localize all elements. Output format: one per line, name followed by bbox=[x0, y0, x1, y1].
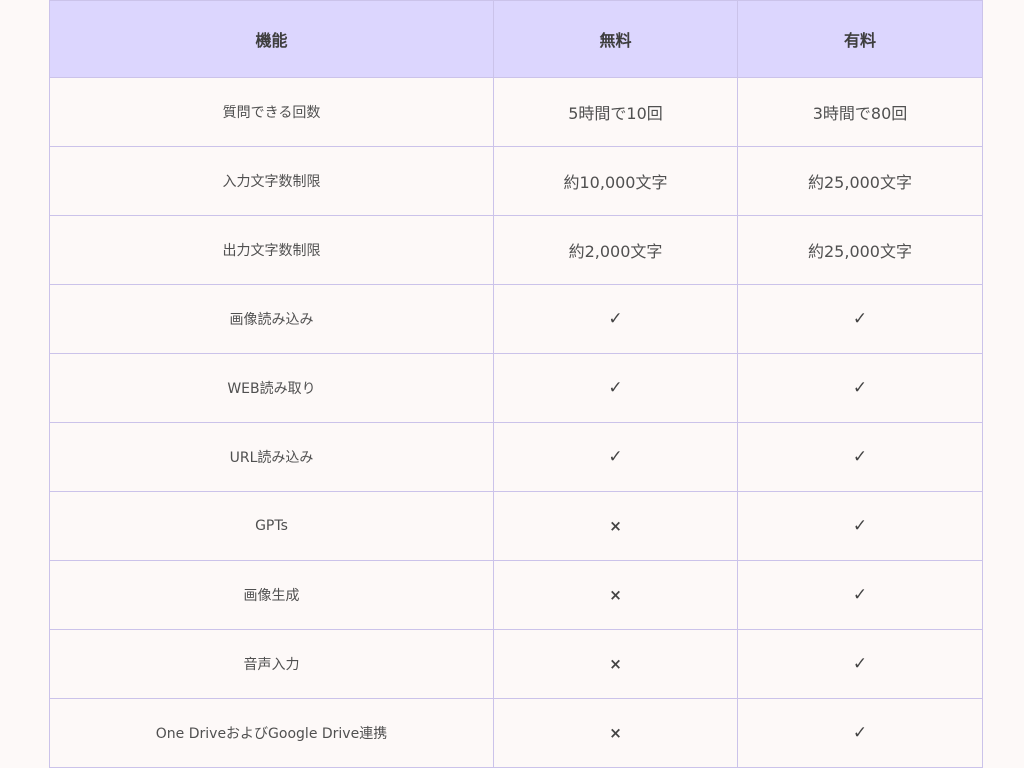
free-value-cell: 約10,000文字 bbox=[493, 146, 738, 216]
check-icon: ✓ bbox=[608, 447, 623, 467]
check-icon: ✓ bbox=[608, 309, 623, 329]
check-icon: ✓ bbox=[852, 447, 868, 467]
table-row: URL読み込み ✓ ✓ bbox=[49, 422, 983, 492]
check-icon: ✓ bbox=[852, 654, 868, 674]
feature-cell: 音声入力 bbox=[49, 629, 494, 699]
paid-value-cell: ✓ bbox=[737, 491, 983, 561]
check-icon: ✓ bbox=[852, 585, 868, 605]
table-row: 画像生成 × ✓ bbox=[49, 560, 983, 630]
check-icon: ✓ bbox=[852, 309, 868, 329]
table-header-row: 機能 無料 有料 bbox=[49, 0, 983, 78]
cross-icon: × bbox=[609, 586, 622, 604]
free-value-cell: × bbox=[493, 560, 738, 630]
table-row: One DriveおよびGoogle Drive連携 × ✓ bbox=[49, 698, 983, 768]
paid-value-cell: ✓ bbox=[737, 284, 983, 354]
header-free: 無料 bbox=[493, 0, 738, 78]
comparison-table: 機能 無料 有料 質問できる回数 5時間で10回 3時間で80回 入力文字数制限… bbox=[49, 0, 983, 768]
page: 機能 無料 有料 質問できる回数 5時間で10回 3時間で80回 入力文字数制限… bbox=[0, 0, 1024, 768]
feature-cell: WEB読み取り bbox=[49, 353, 494, 423]
table-row: 画像読み込み ✓ ✓ bbox=[49, 284, 983, 354]
paid-value-cell: 約25,000文字 bbox=[737, 215, 983, 285]
paid-value-cell: 3時間で80回 bbox=[737, 77, 983, 147]
free-value-cell: ✓ bbox=[493, 422, 738, 492]
check-icon: ✓ bbox=[852, 516, 868, 536]
header-feature: 機能 bbox=[49, 0, 494, 78]
feature-cell: 出力文字数制限 bbox=[49, 215, 494, 285]
table-row: 音声入力 × ✓ bbox=[49, 629, 983, 699]
free-value-cell: × bbox=[493, 698, 738, 768]
paid-value-cell: ✓ bbox=[737, 353, 983, 423]
feature-cell: 画像生成 bbox=[49, 560, 494, 630]
header-paid: 有料 bbox=[737, 0, 983, 78]
table-row: 質問できる回数 5時間で10回 3時間で80回 bbox=[49, 77, 983, 147]
free-value-cell: ✓ bbox=[493, 284, 738, 354]
cross-icon: × bbox=[609, 517, 622, 535]
paid-value-cell: ✓ bbox=[737, 629, 983, 699]
feature-cell: URL読み込み bbox=[49, 422, 494, 492]
free-value-cell: × bbox=[493, 491, 738, 561]
table-row: 入力文字数制限 約10,000文字 約25,000文字 bbox=[49, 146, 983, 216]
check-icon: ✓ bbox=[852, 723, 868, 743]
cross-icon: × bbox=[609, 724, 622, 742]
cross-icon: × bbox=[609, 655, 622, 673]
paid-value-cell: 約25,000文字 bbox=[737, 146, 983, 216]
free-value-cell: ✓ bbox=[493, 353, 738, 423]
feature-cell: 質問できる回数 bbox=[49, 77, 494, 147]
table-row: 出力文字数制限 約2,000文字 約25,000文字 bbox=[49, 215, 983, 285]
free-value-cell: 約2,000文字 bbox=[493, 215, 738, 285]
free-value-cell: 5時間で10回 bbox=[493, 77, 738, 147]
feature-cell: One DriveおよびGoogle Drive連携 bbox=[49, 698, 494, 768]
table-row: GPTs × ✓ bbox=[49, 491, 983, 561]
feature-cell: GPTs bbox=[49, 491, 494, 561]
table-row: WEB読み取り ✓ ✓ bbox=[49, 353, 983, 423]
free-value-cell: × bbox=[493, 629, 738, 699]
check-icon: ✓ bbox=[852, 378, 868, 398]
check-icon: ✓ bbox=[608, 378, 623, 398]
paid-value-cell: ✓ bbox=[737, 560, 983, 630]
paid-value-cell: ✓ bbox=[737, 422, 983, 492]
paid-value-cell: ✓ bbox=[737, 698, 983, 768]
feature-cell: 入力文字数制限 bbox=[49, 146, 494, 216]
feature-cell: 画像読み込み bbox=[49, 284, 494, 354]
